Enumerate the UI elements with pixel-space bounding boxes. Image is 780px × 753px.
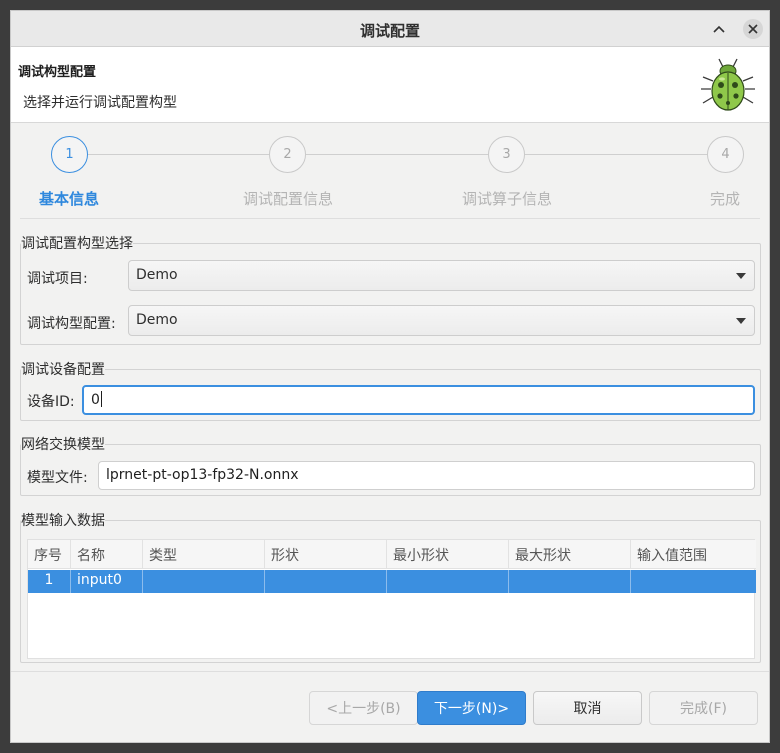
device-id-value: 0	[91, 392, 100, 408]
row-cell	[387, 570, 509, 593]
row-cell	[509, 570, 631, 593]
bug-icon	[701, 58, 755, 111]
model-file-label: 模型文件:	[27, 470, 88, 486]
step-connector	[525, 154, 707, 155]
device-id-input[interactable]: 0	[82, 385, 755, 415]
step-connector	[306, 154, 488, 155]
step-1-label: 基本信息	[38, 190, 99, 208]
device-group-title: 调试设备配置	[21, 359, 105, 379]
row-index: 1	[28, 570, 71, 593]
column-header[interactable]: 类型	[143, 540, 265, 569]
model-file-value: lprnet-pt-op13-fp32-N.onnx	[106, 467, 299, 483]
profile-label: 调试构型配置:	[27, 316, 116, 332]
column-header[interactable]: 形状	[265, 540, 387, 569]
prev-button[interactable]: <上一步(B)	[309, 691, 418, 725]
table-header: 序号 名称 类型 形状 最小形状 最大形状 输入值范围	[28, 540, 756, 569]
dropdown-arrow-icon	[736, 273, 746, 279]
close-icon	[748, 24, 758, 34]
cancel-button[interactable]: 取消	[533, 691, 642, 725]
step-3-circle: 3	[488, 136, 525, 173]
text-caret	[100, 391, 102, 407]
step-4-label: 完成	[709, 190, 740, 208]
wizard-stepper: 1 2 3 4 基本信息 调试配置信息 调试算子信息 完成	[11, 124, 769, 220]
debug-config-dialog: 调试配置 调试构型配置 选择并运行调试配置构型 1 2 3 4 基本信息 调试配…	[10, 10, 770, 743]
wizard-header: 调试构型配置 选择并运行调试配置构型	[11, 47, 769, 123]
stepper-divider	[20, 218, 760, 219]
finish-button[interactable]: 完成(F)	[649, 691, 758, 725]
column-header[interactable]: 输入值范围	[631, 540, 756, 569]
column-header[interactable]: 序号	[28, 540, 71, 569]
table-row[interactable]: 1 input0	[28, 570, 756, 593]
row-name: input0	[71, 570, 143, 593]
profile-select[interactable]: Demo	[128, 305, 755, 336]
next-button[interactable]: 下一步(N)>	[417, 691, 526, 725]
step-1-circle: 1	[51, 136, 88, 173]
profile-select-value: Demo	[136, 312, 178, 328]
footer-divider	[11, 671, 769, 672]
project-label: 调试项目:	[27, 271, 88, 287]
step-2-circle: 2	[269, 136, 306, 173]
device-id-label: 设备ID:	[27, 394, 75, 410]
model-group-title: 网络交换模型	[21, 434, 105, 454]
step-4-circle: 4	[707, 136, 744, 173]
step-connector	[88, 154, 269, 155]
title-bar: 调试配置	[11, 11, 769, 47]
project-select-value: Demo	[136, 267, 178, 283]
column-header[interactable]: 最大形状	[509, 540, 631, 569]
project-select[interactable]: Demo	[128, 260, 755, 291]
chevron-up-icon	[713, 25, 725, 33]
close-button[interactable]	[743, 19, 763, 39]
header-title: 调试构型配置	[18, 65, 97, 80]
row-cell	[265, 570, 387, 593]
step-2-label: 调试配置信息	[242, 190, 333, 208]
dropdown-arrow-icon	[736, 318, 746, 324]
window-title: 调试配置	[359, 22, 420, 40]
column-header[interactable]: 最小形状	[387, 540, 509, 569]
input-data-table: 序号 名称 类型 形状 最小形状 最大形状 输入值范围 1 input0	[27, 539, 756, 659]
config-profile-group-title: 调试配置构型选择	[21, 233, 133, 253]
step-3-label: 调试算子信息	[461, 190, 552, 208]
model-file-input[interactable]: lprnet-pt-op13-fp32-N.onnx	[98, 461, 755, 490]
row-cell	[143, 570, 265, 593]
column-header[interactable]: 名称	[71, 540, 143, 569]
header-subtitle: 选择并运行调试配置构型	[23, 95, 177, 111]
row-cell	[631, 570, 756, 593]
input-data-group-title: 模型输入数据	[21, 510, 105, 530]
minimize-button[interactable]	[709, 19, 729, 39]
